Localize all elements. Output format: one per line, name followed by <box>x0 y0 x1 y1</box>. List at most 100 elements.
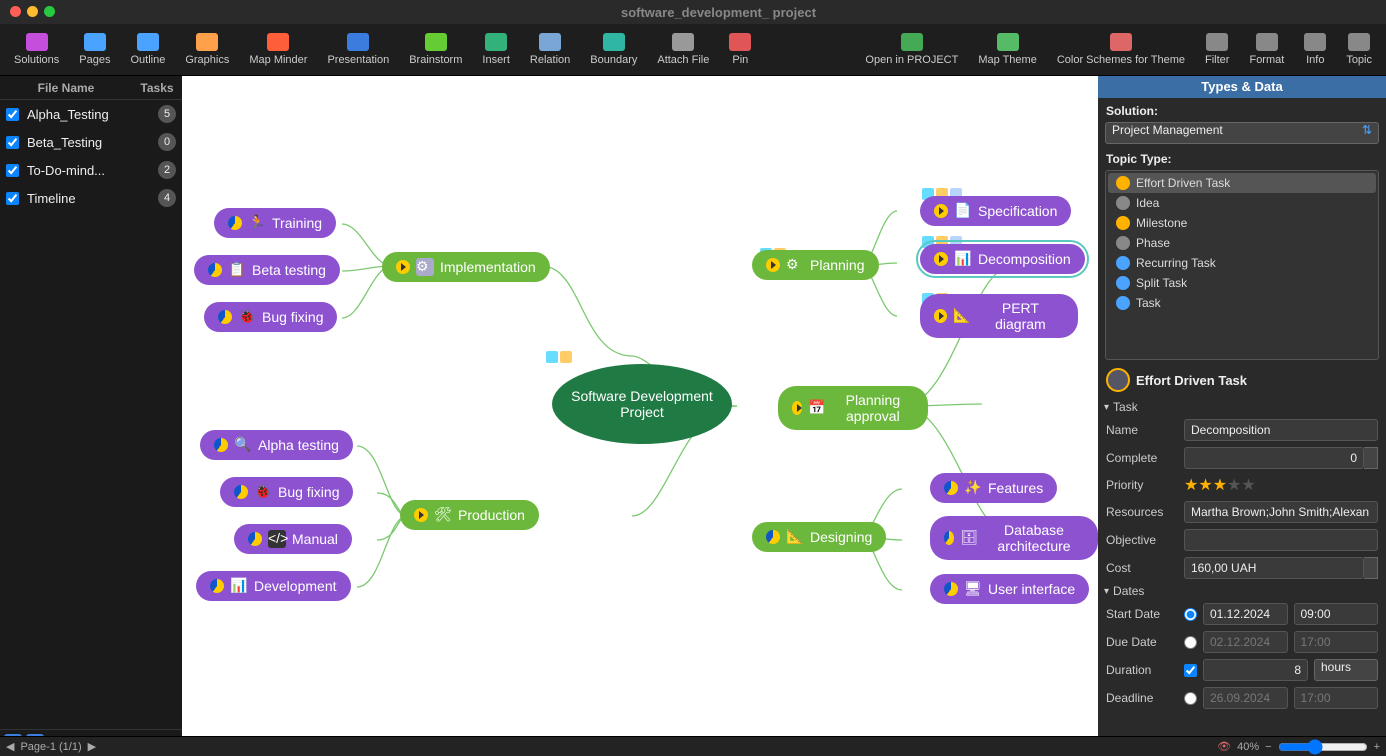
duedate-field[interactable] <box>1203 631 1288 653</box>
mapminder-icon <box>267 33 289 51</box>
node-bugfix2[interactable]: 🐞Bug fixing <box>220 477 353 507</box>
file-check[interactable] <box>6 108 19 121</box>
task-count: 2 <box>158 161 176 179</box>
format-icon <box>1256 33 1278 51</box>
node-decomposition[interactable]: 📊Decomposition <box>920 244 1085 274</box>
toolbar-insert[interactable]: Insert <box>472 24 520 75</box>
resources-field[interactable] <box>1184 501 1378 523</box>
node-features[interactable]: ✨Features <box>930 473 1057 503</box>
dates-section[interactable]: Dates <box>1098 582 1386 600</box>
file-check[interactable] <box>6 192 19 205</box>
next-page-icon[interactable]: ▶ <box>88 740 96 753</box>
node-implementation[interactable]: ⚙Implementation <box>382 252 550 282</box>
toolbar-pages[interactable]: Pages <box>69 24 120 75</box>
toolbar-graphics[interactable]: Graphics <box>175 24 239 75</box>
complete-field[interactable] <box>1184 447 1364 469</box>
pie-icon <box>214 438 228 452</box>
topic-type-item[interactable]: Split Task <box>1108 273 1376 293</box>
name-field[interactable] <box>1184 419 1378 441</box>
type-icon <box>1116 256 1130 270</box>
node-production[interactable]: 🛠Production <box>400 500 539 530</box>
stepper-icon[interactable] <box>1364 557 1378 579</box>
topic-type-item[interactable]: Recurring Task <box>1108 253 1376 273</box>
pie-icon <box>248 532 262 546</box>
center-topic[interactable]: Software Development Project <box>552 364 732 444</box>
priority-stars[interactable]: ★★★★★ <box>1184 475 1256 495</box>
topic-type-item[interactable]: Idea <box>1108 193 1376 213</box>
file-check[interactable] <box>6 164 19 177</box>
toolbar-boundary[interactable]: Boundary <box>580 24 647 75</box>
node-planning[interactable]: ⚙Planning <box>752 250 879 280</box>
objective-field[interactable] <box>1184 529 1378 551</box>
topic-type-item[interactable]: Milestone <box>1108 213 1376 233</box>
zoom-slider[interactable] <box>1278 739 1368 755</box>
startdate-field[interactable] <box>1203 603 1288 625</box>
deadline-radio[interactable] <box>1184 692 1197 705</box>
file-check[interactable] <box>6 136 19 149</box>
toolbar-outline[interactable]: Outline <box>120 24 175 75</box>
cost-field[interactable] <box>1184 557 1364 579</box>
zoom-minus[interactable]: − <box>1265 741 1271 753</box>
task-section[interactable]: Task <box>1098 398 1386 416</box>
window-controls[interactable] <box>10 5 61 20</box>
type-icon <box>1116 176 1130 190</box>
toolbar-pin[interactable]: Pin <box>719 24 761 75</box>
node-alpha-testing[interactable]: 🔍Alpha testing <box>200 430 353 460</box>
node-db[interactable]: 🗄Database architecture <box>930 516 1098 560</box>
deadline-field[interactable] <box>1203 687 1288 709</box>
duration-field[interactable] <box>1203 659 1308 681</box>
stepper-icon[interactable] <box>1364 447 1378 469</box>
filter-icon <box>1206 33 1228 51</box>
topic-type-item[interactable]: Task <box>1108 293 1376 313</box>
prev-page-icon[interactable]: ◀ <box>6 740 14 753</box>
node-pert[interactable]: 📐PERT diagram <box>920 294 1078 338</box>
node-planning-approval[interactable]: 📅Planning approval <box>778 386 928 430</box>
mindmap-canvas[interactable]: Software Development Project ⚙Implementa… <box>182 76 1098 756</box>
node-bugfix[interactable]: 🐞Bug fixing <box>204 302 337 332</box>
toolbar-format[interactable]: Format <box>1239 24 1294 75</box>
pie-icon <box>228 216 242 230</box>
toolbar-filter[interactable]: Filter <box>1195 24 1239 75</box>
deadlinetime-field[interactable] <box>1294 687 1379 709</box>
topic-type-list[interactable]: Effort Driven TaskIdeaMilestonePhaseRecu… <box>1105 170 1379 360</box>
node-designing[interactable]: 📐Designing <box>752 522 886 552</box>
toolbar-relation[interactable]: Relation <box>520 24 580 75</box>
file-row[interactable]: To-Do-mind...2 <box>0 156 182 184</box>
topic-type-label: Topic Type: <box>1098 146 1386 168</box>
toolbar-colorschemes[interactable]: Color Schemes for Theme <box>1047 24 1195 75</box>
duetime-field[interactable] <box>1294 631 1379 653</box>
solutions-icon <box>26 33 48 51</box>
toolbar-maptheme[interactable]: Map Theme <box>968 24 1047 75</box>
play-icon <box>934 309 947 323</box>
node-beta-testing[interactable]: 📋Beta testing <box>194 255 340 285</box>
file-row[interactable]: Timeline4 <box>0 184 182 212</box>
file-row[interactable]: Beta_Testing0 <box>0 128 182 156</box>
duration-check[interactable] <box>1184 664 1197 677</box>
toolbar-openproject[interactable]: Open in PROJECT <box>855 24 968 75</box>
type-icon <box>1106 368 1130 392</box>
file-row[interactable]: Alpha_Testing5 <box>0 100 182 128</box>
type-icon <box>1116 296 1130 310</box>
eye-icon[interactable]: 👁 <box>1217 740 1231 753</box>
task-count: 4 <box>158 189 176 207</box>
zoom-plus[interactable]: + <box>1374 741 1380 753</box>
node-training[interactable]: 🏃Training <box>214 208 336 238</box>
toolbar-presentation[interactable]: Presentation <box>317 24 399 75</box>
toolbar-topic[interactable]: Topic <box>1336 24 1382 75</box>
toolbar-brainstorm[interactable]: Brainstorm <box>399 24 472 75</box>
node-specification[interactable]: 📄Specification <box>920 196 1071 226</box>
startdate-radio[interactable] <box>1184 608 1197 621</box>
topic-type-item[interactable]: Effort Driven Task <box>1108 173 1376 193</box>
toolbar-mapminder[interactable]: Map Minder <box>239 24 317 75</box>
node-development[interactable]: 📊Development <box>196 571 351 601</box>
topic-type-item[interactable]: Phase <box>1108 233 1376 253</box>
duedate-radio[interactable] <box>1184 636 1197 649</box>
node-manual[interactable]: </>Manual <box>234 524 352 554</box>
toolbar-info[interactable]: Info <box>1294 24 1336 75</box>
toolbar-solutions[interactable]: Solutions <box>4 24 69 75</box>
play-icon <box>934 204 948 218</box>
toolbar-attach[interactable]: Attach File <box>647 24 719 75</box>
node-ui[interactable]: 🖥User interface <box>930 574 1089 604</box>
starttime-field[interactable] <box>1294 603 1379 625</box>
solution-select[interactable]: Project Management⇅ <box>1105 122 1379 144</box>
